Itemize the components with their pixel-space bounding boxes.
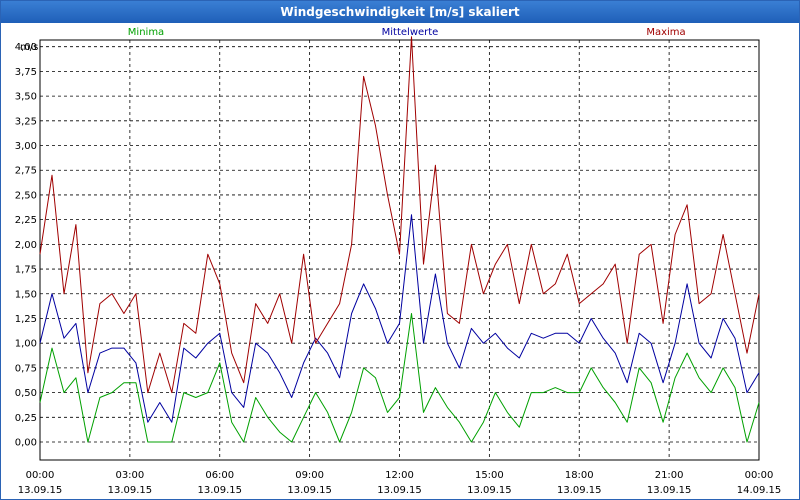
y-tick-label: 0,25 <box>15 413 37 424</box>
x-tick-time: 09:00 <box>295 470 324 481</box>
x-tick-time: 18:00 <box>565 470 594 481</box>
x-tick-date: 13.09.15 <box>18 485 63 496</box>
legend-item-maxima: Maxima <box>646 27 685 38</box>
x-tick-time: 15:00 <box>475 470 504 481</box>
x-tick-date: 13.09.15 <box>557 485 602 496</box>
y-tick-label: 1,25 <box>15 314 37 325</box>
y-tick-label: 0,50 <box>15 388 37 399</box>
y-axis: 0,00 0,25 0,50 0,75 1,00 1,25 1,50 1,75 2,00 2,25… <box>15 42 37 448</box>
legend: Minima Mittelwerte Maxima <box>128 27 686 38</box>
y-tick-label: 2,50 <box>15 190 37 201</box>
x-tick-date: 14.09.15 <box>737 485 782 496</box>
x-tick-date: 13.09.15 <box>287 485 332 496</box>
y-tick-label: 3,25 <box>15 116 37 127</box>
x-tick-date: 13.09.15 <box>647 485 692 496</box>
y-tick-label: 0,00 <box>15 438 37 449</box>
x-tick-time: 06:00 <box>205 470 234 481</box>
x-tick-time: 00:00 <box>26 470 55 481</box>
y-tick-label: 3,50 <box>15 92 37 103</box>
y-tick-label: 0,75 <box>15 363 37 374</box>
x-tick-date: 13.09.15 <box>108 485 153 496</box>
x-tick-time: 12:00 <box>385 470 414 481</box>
x-tick-date: 13.09.15 <box>197 485 242 496</box>
x-tick-date: 13.09.15 <box>377 485 422 496</box>
x-axis: 00:00 13.09.15 03:00 13.09.15 06:00 13.09.15 0… <box>18 470 782 496</box>
line-chart: 0,00 0,25 0,50 0,75 1,00 1,25 1,50 1,75 2,00 2,25… <box>15 27 782 496</box>
legend-item-mittelwerte: Mittelwerte <box>382 27 439 38</box>
y-tick-label: 1,00 <box>15 339 37 350</box>
y-tick-label: 3,00 <box>15 141 37 152</box>
legend-item-minima: Minima <box>128 27 164 38</box>
y-axis-label: m/s <box>20 42 38 53</box>
y-tick-label: 2,00 <box>15 240 37 251</box>
y-tick-label: 2,75 <box>15 166 37 177</box>
y-tick-label: 2,25 <box>15 215 37 226</box>
y-tick-label: 1,75 <box>15 265 37 276</box>
x-tick-time: 00:00 <box>745 470 774 481</box>
x-tick-date: 13.09.15 <box>467 485 512 496</box>
x-tick-time: 21:00 <box>655 470 684 481</box>
y-tick-label: 3,75 <box>15 67 37 78</box>
x-tick-time: 03:00 <box>115 470 144 481</box>
y-tick-label: 1,50 <box>15 289 37 300</box>
